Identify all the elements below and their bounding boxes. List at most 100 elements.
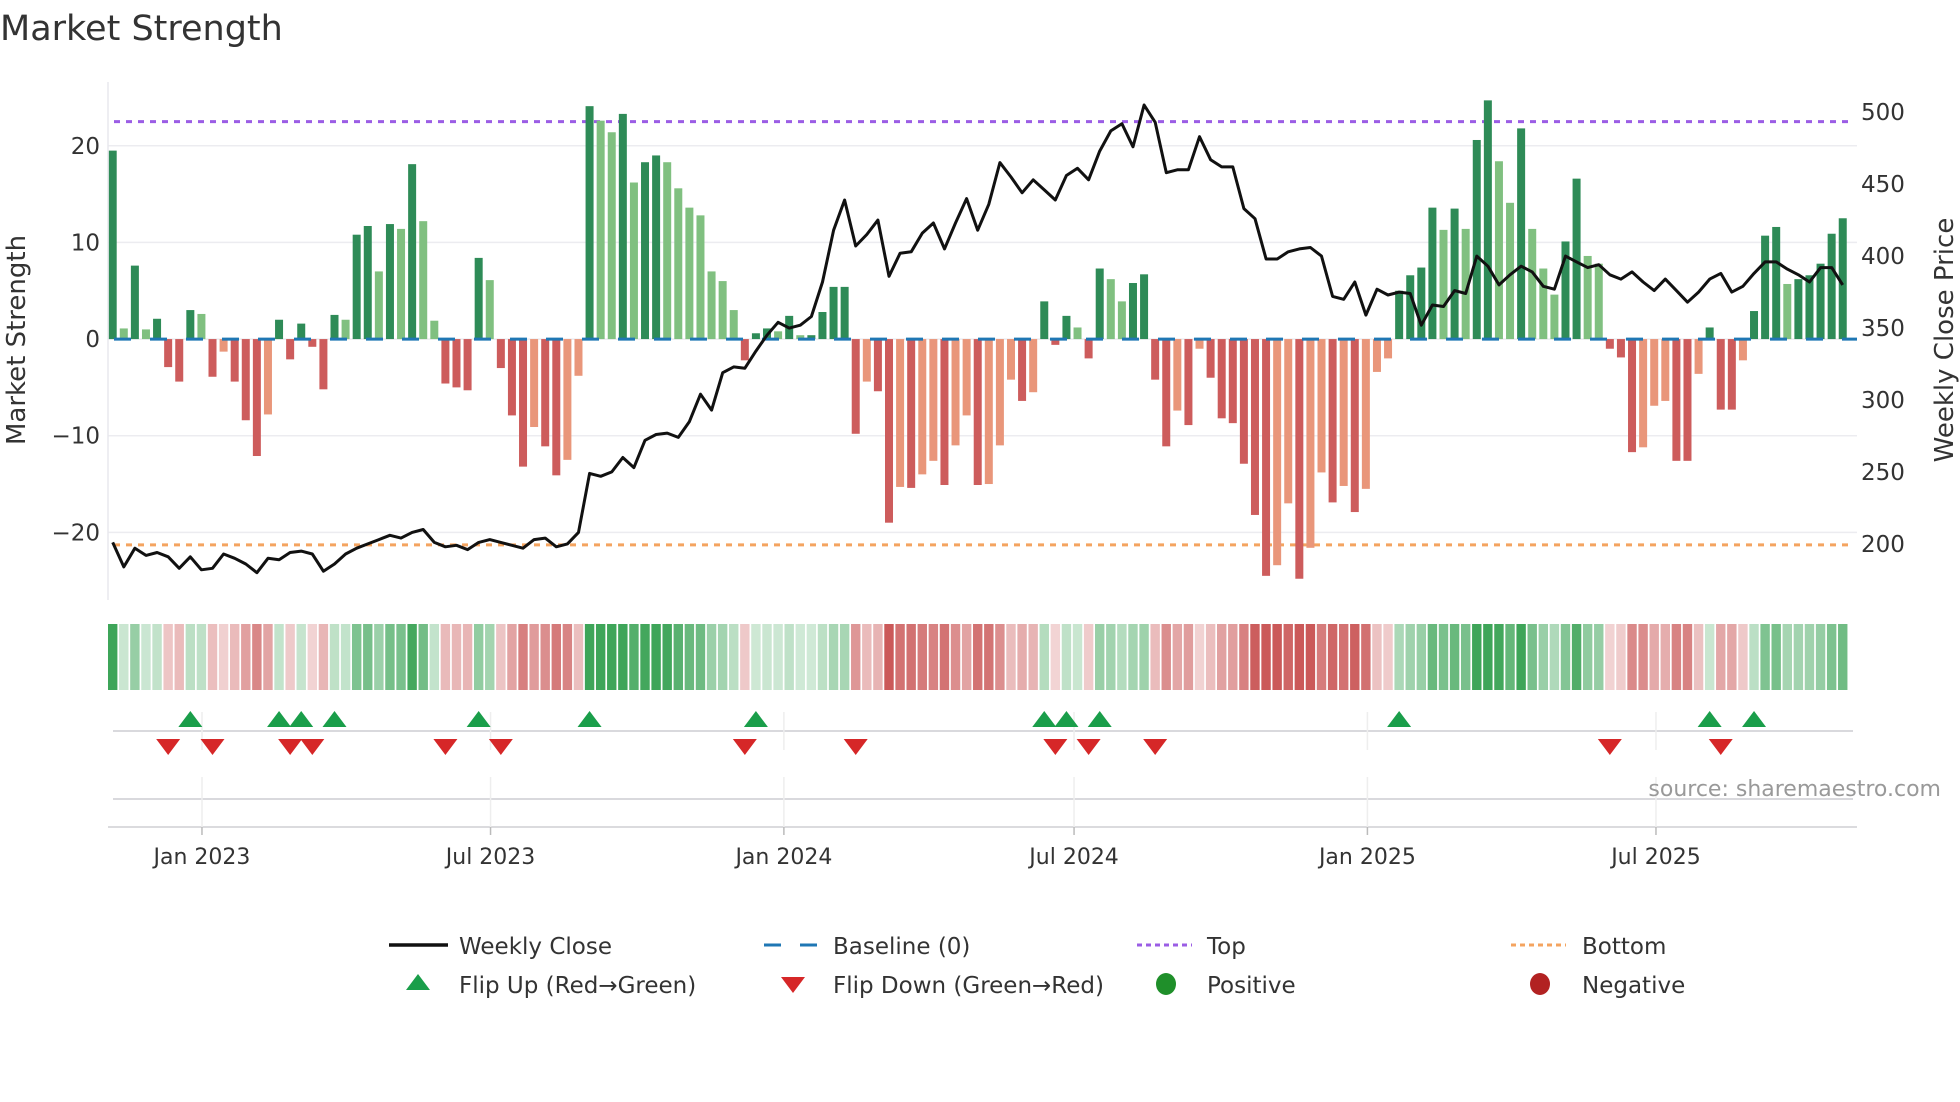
strip-cell — [496, 624, 506, 690]
strip-cell — [1327, 624, 1338, 690]
flip-down-marker — [1143, 739, 1168, 755]
strength-bar — [208, 339, 217, 377]
y2-tick-label: 250 — [1861, 460, 1905, 486]
strength-bar — [840, 286, 849, 340]
strip-cell — [1438, 624, 1449, 690]
strip-cell — [1405, 624, 1415, 690]
strip-cell — [1804, 624, 1815, 690]
strength-bar — [1162, 339, 1171, 447]
strength-bar — [851, 339, 860, 434]
strength-bar — [951, 339, 960, 446]
strip-cell — [651, 624, 661, 690]
strength-bar — [463, 339, 472, 391]
y-tick-label: 10 — [71, 230, 100, 256]
strength-bar — [1250, 339, 1259, 515]
strength-bar — [995, 339, 1004, 446]
strip-cell — [529, 624, 539, 690]
strength-bar — [1727, 339, 1736, 410]
strength-bar — [1594, 263, 1603, 340]
strength-bar — [1239, 339, 1248, 464]
strip-cell — [1017, 624, 1027, 690]
strip-cell — [385, 624, 395, 690]
strip-cell — [1682, 624, 1693, 690]
strip-cell — [540, 624, 550, 690]
strip-cell — [1261, 624, 1271, 690]
flip-up-marker — [743, 711, 768, 727]
strength-bar — [1716, 339, 1725, 410]
strength-bar — [629, 182, 638, 340]
strength-bar — [1228, 339, 1237, 424]
strip-cell — [1693, 624, 1704, 690]
strip-cell — [1416, 624, 1427, 690]
strip-cell — [1205, 624, 1216, 690]
strip-cell — [241, 624, 251, 690]
strength-bar — [452, 339, 461, 388]
legend-label: Negative — [1582, 973, 1685, 999]
strength-bar — [175, 339, 184, 382]
strength-bar — [1616, 339, 1625, 358]
strength-bar — [585, 106, 594, 340]
strip-cell — [629, 624, 639, 690]
strength-bar — [496, 339, 505, 369]
strip-cell — [1483, 624, 1493, 690]
strength-bar — [552, 339, 561, 476]
strength-bar — [929, 339, 938, 461]
strip-cell — [1050, 624, 1061, 690]
strip-cell — [1338, 624, 1349, 690]
strip-cell — [917, 624, 927, 690]
flip-down-marker — [732, 739, 757, 755]
strength-bar — [1117, 301, 1126, 340]
legend-label: Weekly Close — [459, 934, 612, 960]
strength-bar — [1206, 339, 1215, 378]
strip-cell — [1527, 624, 1537, 690]
strip-cell — [906, 624, 916, 690]
strength-bar — [1628, 339, 1637, 453]
strength-bar — [1018, 339, 1027, 401]
strength-bar — [1284, 339, 1293, 504]
strip-cell — [662, 624, 672, 690]
y2-tick-label: 350 — [1861, 316, 1905, 342]
strip-cell — [462, 624, 473, 690]
strength-bar — [507, 339, 516, 416]
strip-cell — [1727, 624, 1737, 690]
strip-cell — [1028, 624, 1038, 690]
x-tick-label: Jul 2024 — [1027, 845, 1119, 870]
strength-bar — [1350, 339, 1359, 513]
strip-cell — [252, 624, 262, 690]
strength-bar — [374, 271, 383, 340]
legend-label: Bottom — [1582, 934, 1666, 960]
strip-cell — [562, 624, 573, 690]
legend-label: Positive — [1207, 973, 1296, 999]
strip-cell — [363, 624, 373, 690]
strength-bar — [1040, 301, 1049, 340]
strip-cell — [1316, 624, 1327, 690]
strength-bar — [186, 310, 195, 340]
strip-cell — [218, 624, 229, 690]
strip-cell — [1150, 624, 1160, 690]
strength-bar — [674, 188, 683, 340]
strip-cell — [1782, 624, 1792, 690]
flip-up-marker — [1742, 711, 1767, 727]
strip-cell — [1571, 624, 1582, 690]
strength-bar — [530, 339, 539, 428]
strip-cell — [207, 624, 218, 690]
legend-label: Baseline (0) — [833, 934, 970, 960]
strip-cell — [285, 624, 295, 690]
strip-cell — [817, 624, 828, 690]
strength-bar — [1262, 339, 1271, 576]
y2-tick-label: 300 — [1861, 388, 1905, 414]
reference-lines — [114, 120, 1853, 547]
strip-cell — [1649, 624, 1659, 690]
x-tick-label: Jul 2025 — [1609, 845, 1701, 870]
strength-bar — [474, 257, 483, 340]
strength-bar — [1705, 327, 1714, 340]
strip-cell — [1106, 624, 1116, 690]
strength-bar — [363, 225, 372, 340]
flip-up-marker — [289, 711, 314, 727]
y-tick-label: −20 — [51, 520, 100, 546]
strength-bar — [1140, 274, 1149, 340]
strength-bar — [1339, 339, 1348, 486]
strength-bar — [1783, 283, 1792, 340]
strip-cell — [1394, 624, 1404, 690]
strip-cell — [152, 624, 162, 690]
